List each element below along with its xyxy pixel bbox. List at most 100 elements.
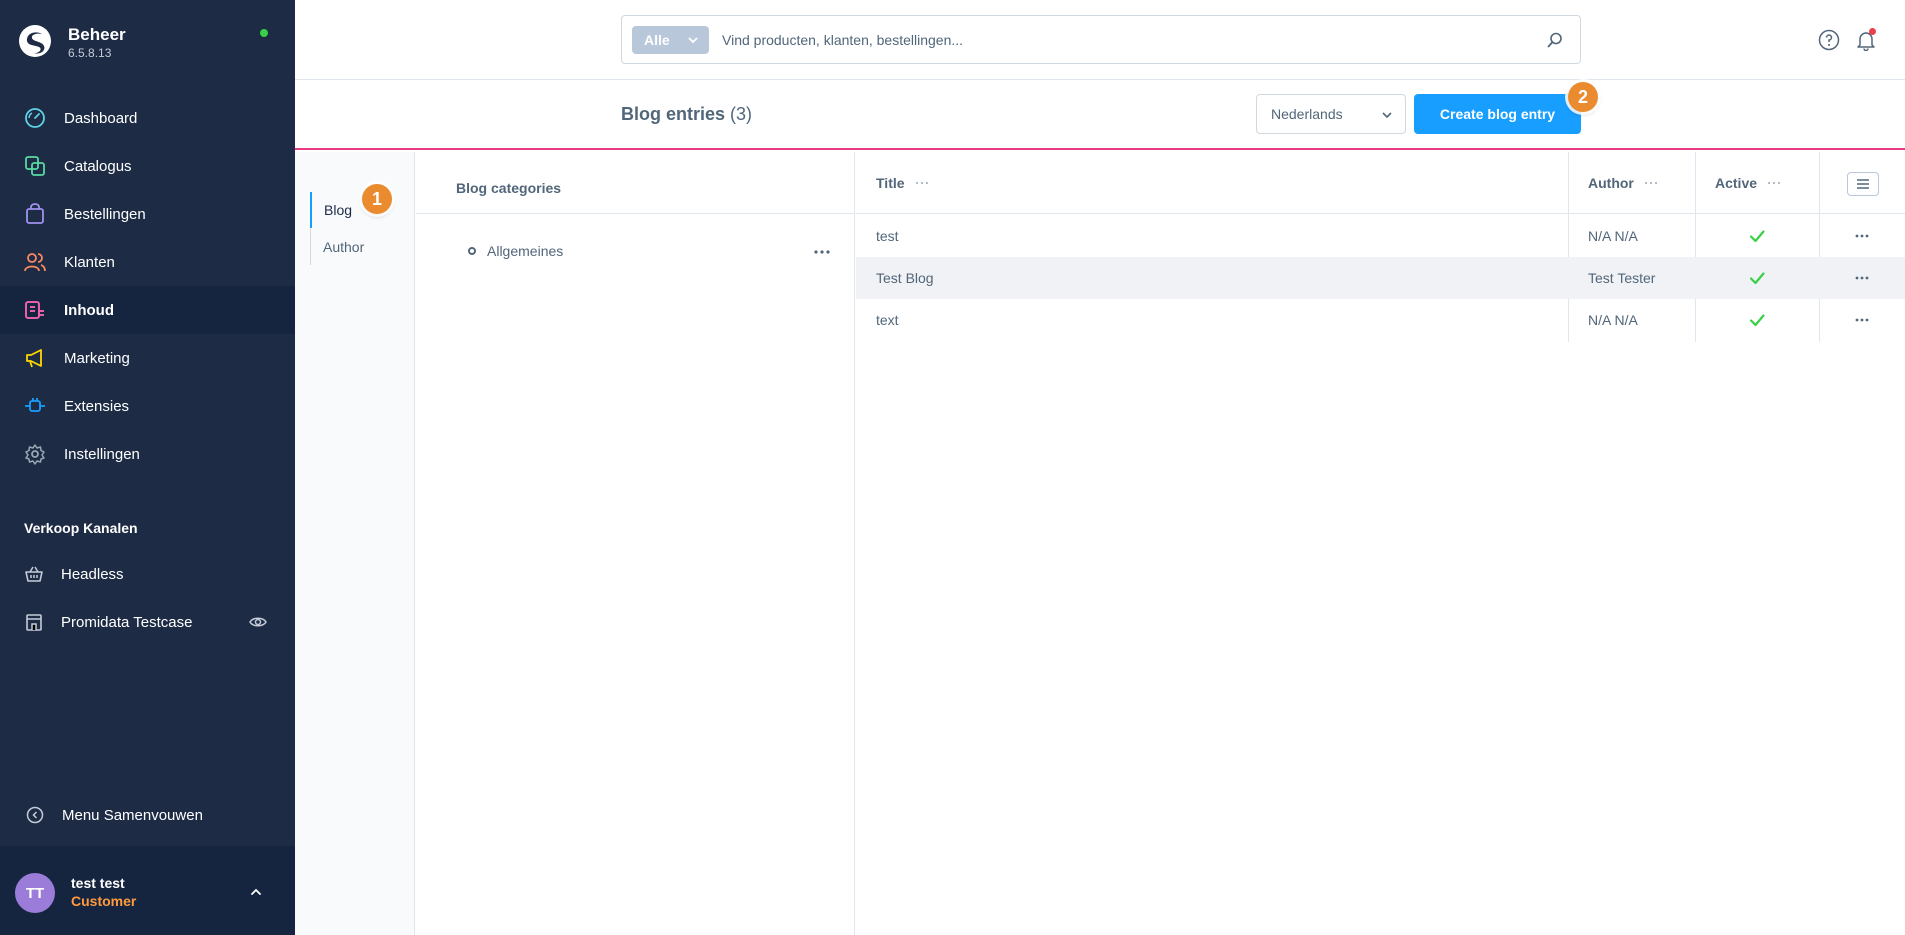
nav-item-dashboard[interactable]: Dashboard: [0, 94, 295, 142]
more-options-icon[interactable]: [1854, 233, 1870, 239]
more-options-icon[interactable]: [812, 244, 832, 260]
create-blog-entry-button[interactable]: Create blog entry: [1414, 94, 1581, 134]
column-options-icon[interactable]: [1644, 181, 1658, 185]
cell-active: [1748, 215, 1766, 257]
app-version: 6.5.8.13: [68, 46, 112, 60]
column-header-title[interactable]: Title: [876, 152, 929, 214]
main-navigation: Dashboard Catalogus Bestellingen Klanten…: [0, 94, 295, 478]
collapse-menu-button[interactable]: Menu Samenvouwen: [0, 797, 295, 833]
chevron-down-icon: [1382, 112, 1392, 119]
chevron-up-icon[interactable]: [248, 884, 264, 900]
content-icon: [25, 301, 44, 319]
blog-categories-panel: [416, 152, 855, 935]
nav-item-extensies[interactable]: Extensies: [0, 382, 295, 430]
column-options-icon[interactable]: [1767, 181, 1781, 185]
search-type-filter[interactable]: Alle: [632, 26, 709, 54]
category-label: Allgemeines: [487, 243, 564, 259]
smart-bar: [295, 80, 1905, 150]
nav-item-catalogus[interactable]: Catalogus: [0, 142, 295, 190]
nav-label: Dashboard: [64, 109, 138, 127]
check-icon: [1749, 314, 1765, 327]
more-options-icon[interactable]: [1854, 317, 1870, 323]
status-indicator: [260, 29, 268, 37]
language-switch[interactable]: Nederlands: [1256, 94, 1406, 134]
nav-label: Klanten: [64, 253, 115, 271]
search-input[interactable]: [722, 26, 1522, 54]
collapse-label: Menu Samenvouwen: [62, 806, 203, 824]
megaphone-icon: [26, 349, 42, 368]
column-label: Title: [876, 175, 905, 191]
nav-item-marketing[interactable]: Marketing: [0, 334, 295, 382]
users-icon: [24, 253, 46, 272]
cell-active: [1748, 299, 1766, 341]
nav-item-instellingen[interactable]: Instellingen: [0, 430, 295, 478]
column-header-active[interactable]: Active: [1715, 152, 1781, 214]
shopware-logo-icon: [19, 25, 51, 57]
cell-actions[interactable]: [1854, 215, 1870, 257]
admin-sidebar: Beheer 6.5.8.13 Dashboard Catalogus Best…: [0, 0, 295, 935]
cell-author: N/A N/A: [1588, 228, 1638, 244]
catalog-icon: [25, 156, 45, 176]
table-row[interactable]: Test Blog Test Tester: [856, 257, 1905, 299]
list-settings-icon: [1857, 179, 1869, 189]
module-side-nav: [295, 152, 415, 935]
nav-item-bestellingen[interactable]: Bestellingen: [0, 190, 295, 238]
column-options-icon[interactable]: [915, 181, 929, 185]
check-icon: [1749, 272, 1765, 285]
nav-item-inhoud[interactable]: Inhoud: [0, 286, 295, 334]
side-nav-author[interactable]: Author: [310, 229, 400, 265]
chevron-left-circle-icon: [26, 806, 44, 824]
user-role: Customer: [71, 893, 137, 909]
sales-channel-promidata-testcase[interactable]: Promidata Testcase: [0, 600, 295, 644]
sales-channel-label: Headless: [61, 565, 124, 583]
search-icon[interactable]: [1546, 31, 1564, 49]
shopping-bag-icon: [26, 203, 44, 224]
more-options-icon[interactable]: [1854, 275, 1870, 281]
blog-categories-title: Blog categories: [456, 180, 562, 196]
cell-title[interactable]: text: [876, 299, 899, 341]
table-row[interactable]: test N/A N/A: [856, 215, 1905, 257]
page-title: Blog entries (3): [621, 104, 752, 125]
avatar[interactable]: TT: [15, 873, 55, 913]
cell-actions[interactable]: [1854, 299, 1870, 341]
grid-settings-button[interactable]: [1847, 172, 1879, 196]
nav-label: Catalogus: [64, 157, 132, 175]
app-name: Beheer: [68, 25, 126, 44]
cell-author: Test Tester: [1588, 270, 1656, 286]
nav-label: Instellingen: [64, 445, 140, 463]
cell-title[interactable]: test: [876, 215, 899, 257]
plug-icon: [25, 398, 45, 412]
sales-channel-label: Promidata Testcase: [61, 613, 193, 631]
sales-channels-title: Verkoop Kanalen: [24, 520, 138, 536]
notification-badge: [1869, 28, 1876, 35]
entry-count: (3): [730, 104, 753, 124]
side-nav-label: Blog: [324, 202, 353, 218]
tutorial-marker-1: 1: [362, 184, 392, 214]
cell-title[interactable]: Test Blog: [876, 257, 934, 299]
nav-label: Inhoud: [64, 301, 114, 319]
category-tree-item[interactable]: Allgemeines: [468, 243, 563, 259]
storefront-icon: [26, 614, 42, 631]
basket-icon: [25, 566, 43, 582]
search-filter-label: Alle: [644, 32, 670, 48]
table-row[interactable]: text N/A N/A: [856, 299, 1905, 341]
brand-header[interactable]: Beheer 6.5.8.13: [0, 0, 295, 80]
cell-actions[interactable]: [1854, 257, 1870, 299]
tutorial-marker-2: 2: [1568, 82, 1598, 112]
nav-item-klanten[interactable]: Klanten: [0, 238, 295, 286]
chevron-down-icon: [688, 37, 698, 44]
sales-channel-headless[interactable]: Headless: [0, 552, 295, 596]
column-label: Active: [1715, 175, 1758, 191]
user-name: test test: [71, 875, 125, 891]
global-search: Alle: [621, 15, 1581, 64]
cell-active: [1748, 257, 1766, 299]
nav-label: Marketing: [64, 349, 130, 367]
help-icon[interactable]: [1818, 29, 1840, 51]
language-label: Nederlands: [1271, 106, 1343, 122]
column-header-author[interactable]: Author: [1588, 152, 1658, 214]
check-icon: [1749, 230, 1765, 243]
nav-label: Bestellingen: [64, 205, 146, 223]
eye-icon[interactable]: [249, 613, 267, 631]
tree-bullet-icon: [468, 247, 476, 255]
column-label: Author: [1588, 175, 1634, 191]
